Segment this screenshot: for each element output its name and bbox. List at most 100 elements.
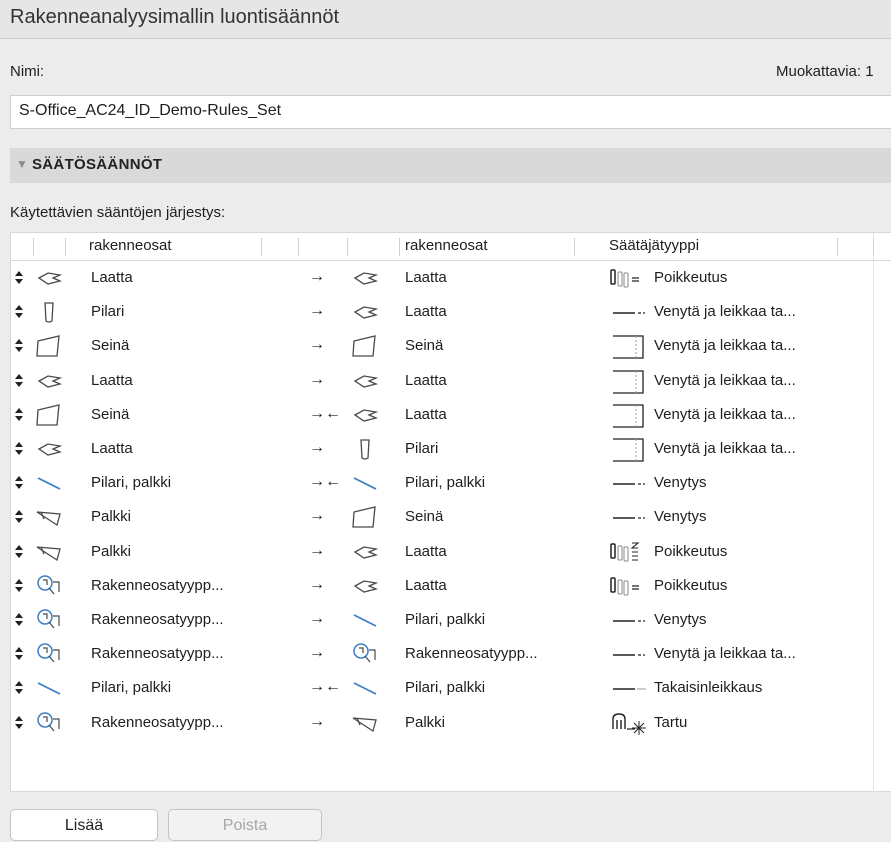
drag-handle-icon[interactable] — [15, 302, 25, 322]
drag-handle-icon[interactable] — [15, 336, 25, 356]
direction-arrow: → — [309, 439, 325, 456]
drag-handle-icon[interactable] — [15, 405, 25, 425]
adjuster-type: Venytä ja leikkaa ta... — [654, 303, 796, 321]
header-from-components[interactable]: rakenneosat — [89, 237, 172, 254]
to-component: Seinä — [405, 508, 444, 526]
table-row[interactable]: Palkki → Seinä Venytys — [11, 500, 891, 534]
drag-handle-icon[interactable] — [15, 473, 25, 493]
disclosure-triangle-icon[interactable]: ▼ — [16, 157, 28, 171]
from-component: Palkki — [91, 542, 132, 560]
header-to-components[interactable]: rakenneosat — [405, 237, 488, 254]
rule-order-label: Käytettävien sääntöjen järjestys: — [10, 204, 226, 221]
header-separator — [837, 238, 838, 256]
header-separator — [347, 238, 348, 256]
to-component: Laatta — [405, 269, 447, 286]
direction-arrow: → — [309, 644, 325, 662]
type-search-icon — [33, 709, 65, 737]
table-row[interactable]: Laatta → Laatta Poikkeutus — [11, 261, 891, 295]
to-component: Pilari, palkki — [405, 474, 486, 492]
beam-icon — [349, 709, 381, 737]
offset-icon — [609, 572, 651, 600]
beam-line-icon — [349, 674, 381, 702]
adjuster-type: Venytä ja leikkaa ta... — [654, 405, 796, 423]
header-separator — [399, 238, 400, 256]
slab-icon — [349, 538, 381, 566]
to-component: Laatta — [405, 542, 447, 560]
from-component: Pilari — [91, 303, 125, 321]
drag-handle-icon[interactable] — [15, 713, 25, 733]
column-icon — [33, 298, 65, 326]
trim-box-icon — [609, 367, 651, 395]
drag-handle-icon[interactable] — [15, 268, 25, 288]
trim-box-icon — [609, 332, 651, 360]
section-header[interactable]: ▼ SÄÄTÖSÄÄNNÖT — [10, 148, 891, 183]
type-search-icon — [33, 572, 65, 600]
slab-icon — [349, 264, 381, 292]
to-component: Laatta — [405, 576, 447, 594]
adjuster-type: Venytä ja leikkaa ta... — [654, 371, 796, 389]
wall-icon — [33, 401, 65, 429]
slab-icon — [349, 298, 381, 326]
line-icon — [609, 298, 651, 326]
adjuster-type: Poikkeutus — [654, 269, 728, 286]
header-separator — [33, 238, 34, 256]
direction-arrow: → — [309, 575, 325, 593]
table-row[interactable]: Rakenneosatyypp... → Palkki Tartu — [11, 706, 891, 740]
direction-arrow: → — [309, 610, 325, 627]
table-row[interactable]: Seinä → Seinä Venytä ja leikkaa ta... — [11, 329, 891, 363]
table-row[interactable]: Seinä →← Laatta Venytä ja leikkaa ta... — [11, 398, 891, 432]
table-row[interactable]: Pilari → Laatta Venytä ja leikkaa ta... — [11, 295, 891, 329]
header-separator — [261, 238, 262, 256]
remove-button[interactable]: Poista — [168, 809, 322, 841]
drag-handle-icon[interactable] — [15, 542, 25, 562]
table-row[interactable]: Laatta → Pilari Venytä ja leikkaa ta... — [11, 432, 891, 466]
beam-line-icon — [33, 469, 65, 497]
to-component: Laatta — [405, 371, 447, 389]
beam-icon — [33, 503, 65, 531]
line-icon — [609, 640, 651, 668]
from-component: Pilari, palkki — [91, 679, 172, 697]
table-row[interactable]: Laatta → Laatta Venytä ja leikkaa ta... — [11, 364, 891, 398]
from-component: Seinä — [91, 337, 130, 355]
table-row[interactable]: Rakenneosatyypp... → Laatta Poikkeutus — [11, 569, 891, 603]
adjuster-type: Poikkeutus — [654, 576, 728, 594]
snap-icon — [609, 709, 651, 737]
adjuster-type: Venytys — [654, 611, 707, 628]
adjuster-type: Poikkeutus — [654, 542, 728, 560]
slab-icon — [33, 435, 65, 463]
line-icon — [609, 469, 651, 497]
from-component: Rakenneosatyypp... — [91, 713, 224, 731]
header-adjuster-type[interactable]: Säätäjätyyppi — [609, 237, 699, 254]
drag-handle-icon[interactable] — [15, 678, 25, 698]
trim-box-icon — [609, 435, 651, 463]
adjuster-type: Tartu — [654, 713, 688, 731]
to-component: Rakenneosatyypp... — [405, 645, 538, 663]
from-component: Palkki — [91, 508, 132, 526]
drag-handle-icon[interactable] — [15, 644, 25, 664]
drag-handle-icon[interactable] — [15, 439, 25, 459]
drag-handle-icon[interactable] — [15, 576, 25, 596]
header-separator — [873, 238, 874, 256]
offset-z-icon — [609, 538, 651, 566]
direction-arrow: → — [309, 268, 325, 285]
add-button[interactable]: Lisää — [10, 809, 158, 841]
to-component: Pilari — [405, 440, 439, 457]
cutback-icon — [609, 674, 651, 702]
from-component: Laatta — [91, 371, 133, 389]
drag-handle-icon[interactable] — [15, 610, 25, 630]
direction-arrow: →← — [309, 473, 341, 491]
drag-handle-icon[interactable] — [15, 507, 25, 527]
drag-handle-icon[interactable] — [15, 371, 25, 391]
section-title: SÄÄTÖSÄÄNNÖT — [32, 156, 163, 173]
table-row[interactable]: Rakenneosatyypp... → Pilari, palkki Venytys — [11, 603, 891, 637]
direction-arrow: → — [309, 370, 325, 388]
table-row[interactable]: Pilari, palkki →← Pilari, palkki Takaisinle… — [11, 671, 891, 705]
table-row[interactable]: Pilari, palkki →← Pilari, palkki Venytys — [11, 466, 891, 500]
to-component: Laatta — [405, 303, 447, 321]
rule-set-name-field[interactable]: S-Office_AC24_ID_Demo-Rules_Set — [10, 95, 891, 129]
direction-arrow: →← — [309, 404, 341, 422]
table-row[interactable]: Palkki → Laatta Poikkeutus — [11, 535, 891, 569]
line-icon — [609, 606, 651, 634]
table-row[interactable]: Rakenneosatyypp... → Rakenneosatyypp... Ven… — [11, 637, 891, 671]
adjuster-type: Takaisinleikkaus — [654, 679, 763, 697]
